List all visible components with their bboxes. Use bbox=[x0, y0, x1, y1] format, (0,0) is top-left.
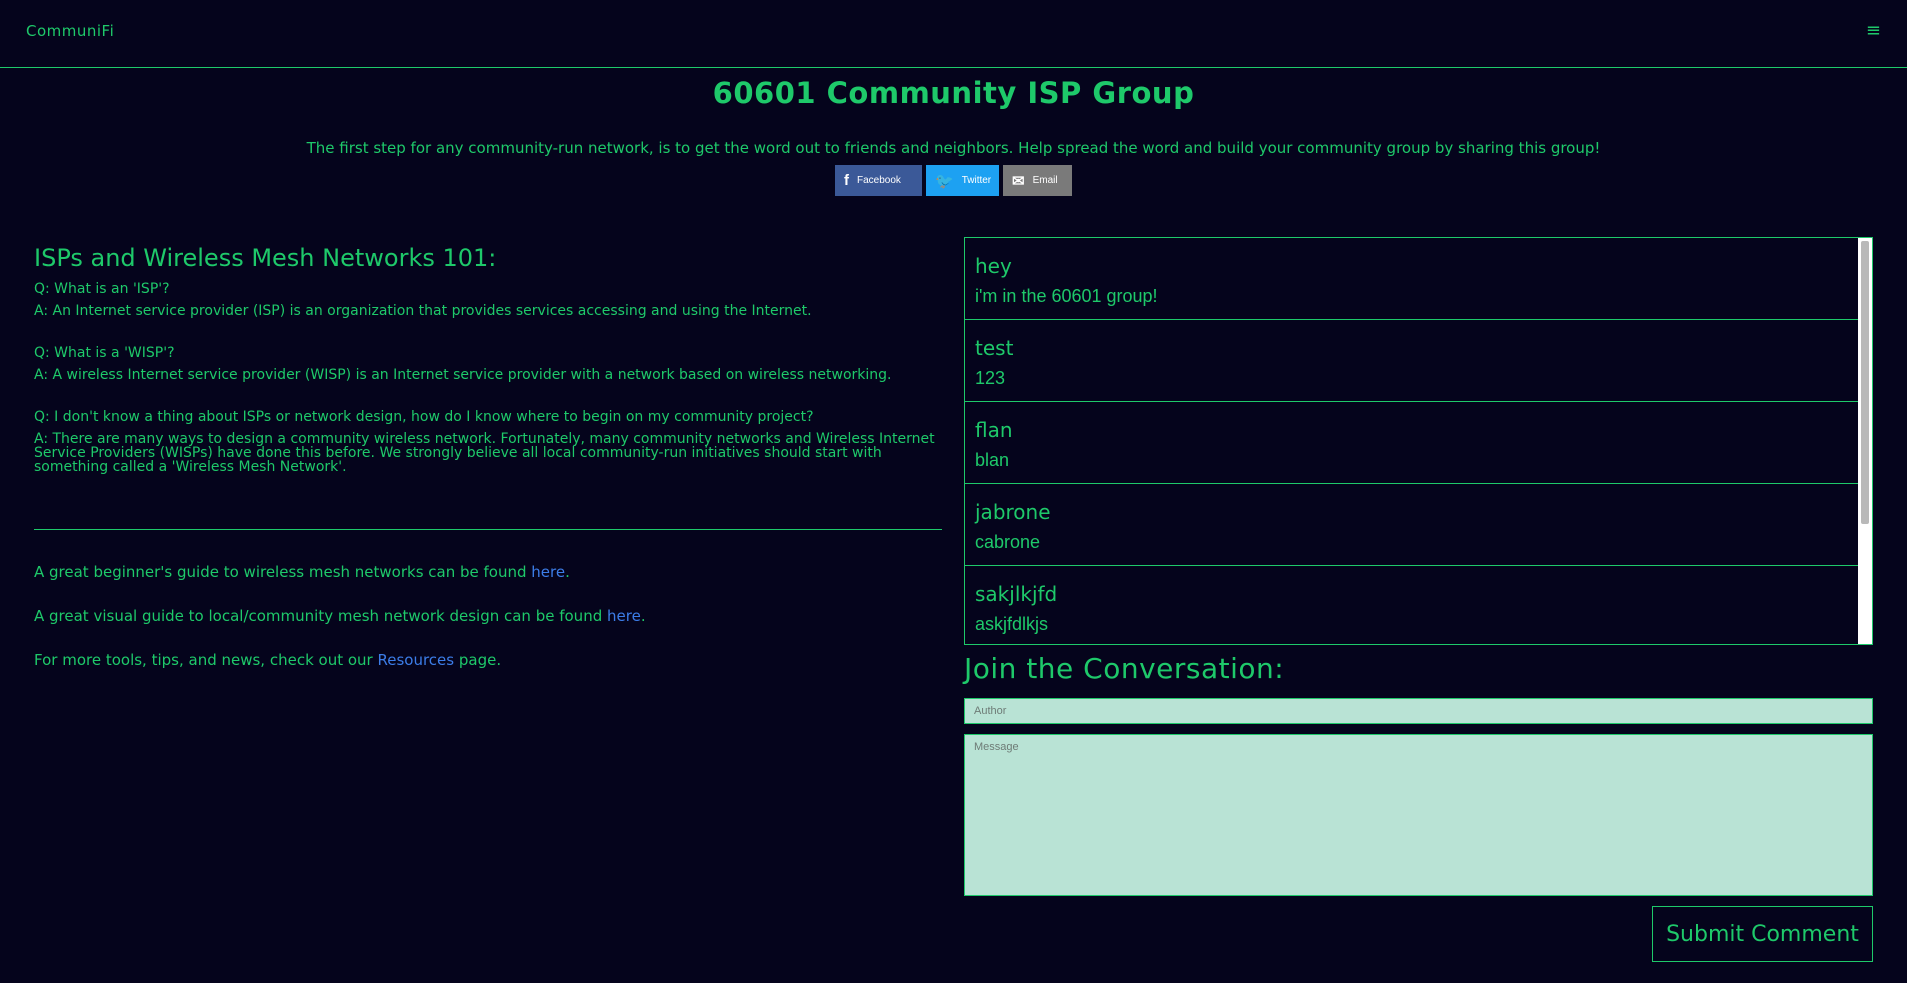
comment-item: jabrone cabrone bbox=[965, 484, 1859, 566]
twitter-share-button[interactable]: 🐦 Twitter bbox=[926, 165, 999, 196]
join-heading: Join the Conversation: bbox=[964, 652, 1285, 685]
comment-item: sakjlkjfd askjfdlkjs bbox=[965, 566, 1859, 644]
comment-message: i'm in the 60601 group! bbox=[975, 286, 1158, 306]
facebook-icon: f bbox=[844, 172, 849, 189]
guide2-period: . bbox=[640, 607, 646, 625]
comment-item: flan blan bbox=[965, 402, 1859, 484]
faq-item: Q: I don't know a thing about ISPs or ne… bbox=[34, 410, 942, 474]
comments-list[interactable]: hey i'm in the 60601 group! test 123 fla… bbox=[964, 237, 1873, 645]
page-title: 60601 Community ISP Group bbox=[712, 76, 1195, 110]
comment-item: test 123 bbox=[965, 320, 1859, 402]
facebook-share-button[interactable]: f Facebook bbox=[835, 165, 922, 196]
resources-link[interactable]: Resources bbox=[377, 651, 454, 669]
twitter-icon: 🐦 bbox=[935, 172, 954, 190]
scrollbar-thumb[interactable] bbox=[1861, 241, 1869, 524]
comments-scrollbar[interactable] bbox=[1858, 238, 1872, 644]
faq-answer: A: An Internet service provider (ISP) is… bbox=[34, 303, 812, 319]
hamburger-menu-icon[interactable]: ≡ bbox=[1866, 20, 1881, 41]
resources-text: For more tools, tips, and news, check ou… bbox=[34, 651, 378, 669]
intro-text: The first step for any community-run net… bbox=[306, 139, 1601, 157]
submit-comment-button[interactable]: Submit Comment bbox=[1652, 906, 1873, 962]
faq-section: ISPs and Wireless Mesh Networks 101: Q: … bbox=[34, 244, 942, 502]
message-textarea[interactable] bbox=[964, 734, 1873, 896]
guide1-period: . bbox=[565, 563, 570, 581]
faq-heading: ISPs and Wireless Mesh Networks 101: bbox=[34, 244, 497, 272]
twitter-label: Twitter bbox=[961, 175, 992, 186]
email-share-button[interactable]: ✉ Email bbox=[1003, 165, 1072, 196]
comment-message: cabrone bbox=[975, 532, 1041, 552]
faq-question: Q: What is a 'WISP'? bbox=[34, 345, 175, 361]
comment-message: 123 bbox=[975, 368, 1006, 388]
facebook-label: Facebook bbox=[857, 175, 901, 186]
faq-answer: A: There are many ways to design a commu… bbox=[34, 431, 935, 475]
faq-list: Q: What is an 'ISP'? A: An Internet serv… bbox=[34, 282, 942, 474]
guide1-text: A great beginner's guide to wireless mes… bbox=[34, 563, 532, 581]
resources-section: A great beginner's guide to wireless mes… bbox=[34, 564, 942, 696]
brand-logo[interactable]: CommuniFi bbox=[26, 22, 114, 40]
resources-suffix: page. bbox=[454, 651, 502, 669]
comment-message: askjfdlkjs bbox=[975, 614, 1049, 634]
guide2-line: A great visual guide to local/community … bbox=[34, 608, 942, 624]
email-label: Email bbox=[1032, 175, 1058, 186]
faq-item: Q: What is a 'WISP'? A: A wireless Inter… bbox=[34, 346, 942, 382]
comment-item: hey i'm in the 60601 group! bbox=[965, 238, 1859, 320]
faq-question: Q: What is an 'ISP'? bbox=[34, 281, 170, 297]
section-divider bbox=[34, 529, 942, 530]
comment-message: blan bbox=[975, 450, 1010, 470]
navbar: CommuniFi ≡ bbox=[0, 0, 1907, 68]
author-input[interactable] bbox=[964, 698, 1873, 724]
guide1-link[interactable]: here bbox=[531, 563, 565, 581]
faq-answer: A: A wireless Internet service provider … bbox=[34, 367, 892, 383]
comment-author: sakjlkjfd bbox=[975, 582, 1058, 606]
email-icon: ✉ bbox=[1012, 172, 1025, 190]
guide2-text: A great visual guide to local/community … bbox=[34, 607, 607, 625]
share-buttons: f Facebook 🐦 Twitter ✉ Email bbox=[835, 165, 1072, 196]
comment-author: hey bbox=[975, 254, 1012, 278]
guide1-line: A great beginner's guide to wireless mes… bbox=[34, 564, 942, 580]
comment-author: flan bbox=[975, 418, 1013, 442]
faq-question: Q: I don't know a thing about ISPs or ne… bbox=[34, 409, 814, 425]
comment-author: jabrone bbox=[975, 500, 1051, 524]
resources-line: For more tools, tips, and news, check ou… bbox=[34, 652, 942, 668]
comment-author: test bbox=[975, 336, 1014, 360]
guide2-link[interactable]: here bbox=[607, 607, 641, 625]
faq-item: Q: What is an 'ISP'? A: An Internet serv… bbox=[34, 282, 942, 318]
